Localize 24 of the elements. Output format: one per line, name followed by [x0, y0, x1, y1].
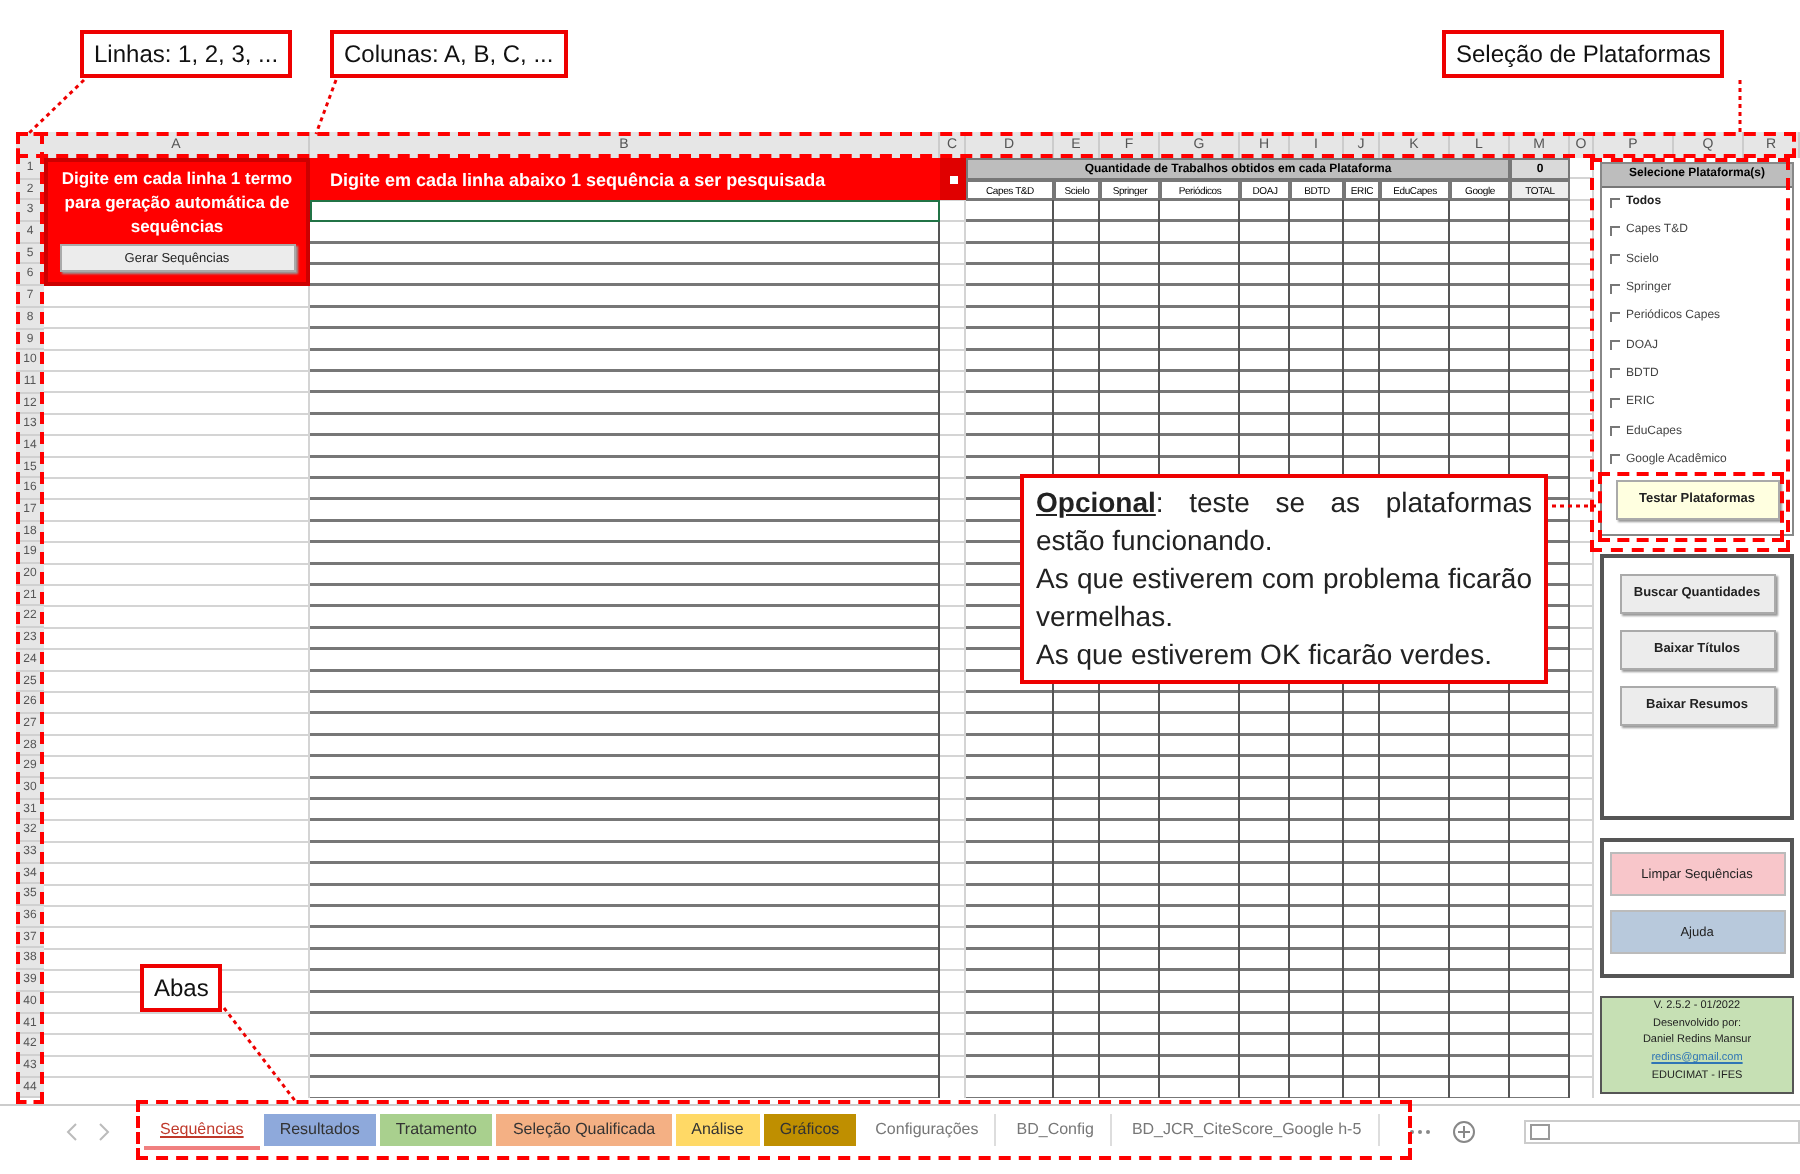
- sheet-tab[interactable]: Análise: [675, 1114, 760, 1147]
- leader-line: [1738, 80, 1742, 132]
- rows-callout: Linhas: 1, 2, 3, ...: [80, 30, 293, 78]
- callout-text: As que estiverem com problema ficarão vermelhas.: [1036, 560, 1532, 636]
- sheet-tab[interactable]: Gráficos: [763, 1114, 856, 1147]
- leader-line: [222, 1007, 298, 1103]
- callout-text: Opcional: teste se as plataformas estão funcionando.: [1036, 484, 1532, 560]
- tabs-callout: Abas: [140, 964, 223, 1012]
- marker-cell: [940, 158, 966, 201]
- instruction-text: Digite em cada linha 1 termo para geração automática de sequências: [60, 166, 294, 238]
- sheet-tab[interactable]: Configurações: [859, 1114, 997, 1147]
- platforms-callout: Seleção de Plataformas: [1442, 30, 1725, 78]
- sheet-tab[interactable]: Seleção Qualificada: [496, 1114, 672, 1147]
- selected-cell[interactable]: [310, 200, 940, 223]
- columns-callout: Colunas: A, B, C, ...: [330, 30, 568, 78]
- leader-line: [314, 79, 338, 135]
- callout-text: As que estiverem OK ficarão verdes.: [1036, 636, 1494, 674]
- sheet-tab[interactable]: Tratamento: [379, 1114, 493, 1147]
- sheet-tab[interactable]: BD_JCR_CiteScore_Google h-5: [1115, 1114, 1380, 1147]
- sheet-tab[interactable]: Resultados: [263, 1114, 376, 1147]
- leader-line: [26, 78, 86, 136]
- horizontal-scrollbar[interactable]: [1523, 1120, 1800, 1145]
- sequences-header: Digite em cada linha abaixo 1 sequência a ser pesquisada: [310, 158, 940, 201]
- sheet-tab[interactable]: BD_Config: [1000, 1114, 1112, 1147]
